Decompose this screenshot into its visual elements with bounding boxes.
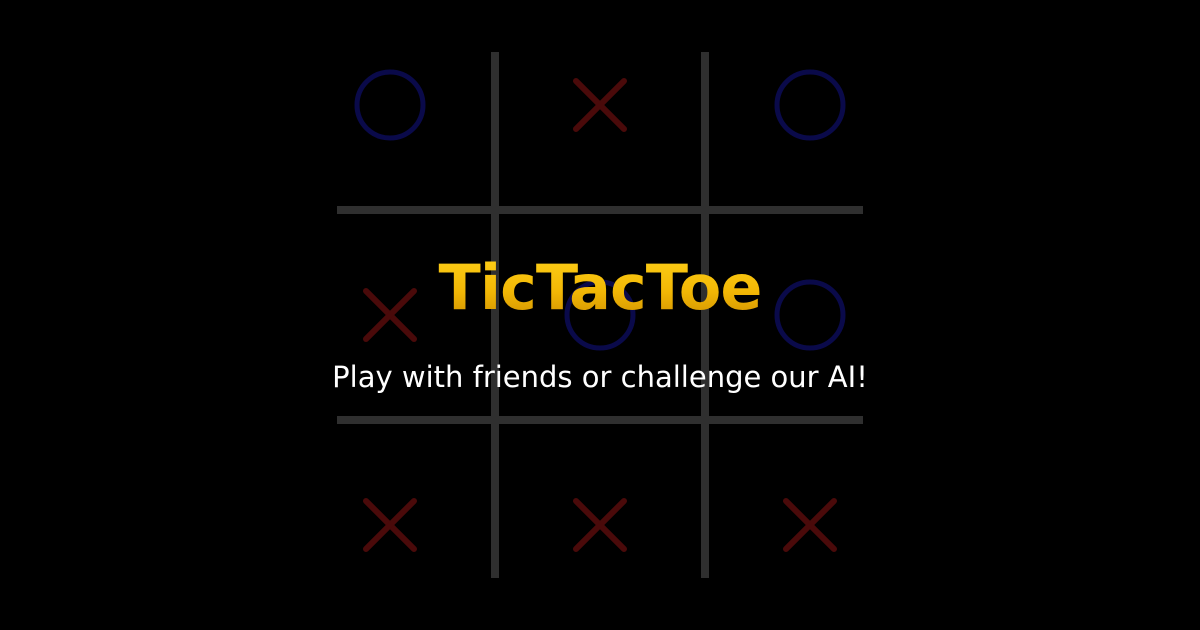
grid-line-vertical-1 bbox=[491, 52, 499, 578]
o-mark-icon[interactable] bbox=[774, 69, 846, 141]
x-mark-icon[interactable] bbox=[363, 288, 417, 342]
x-mark-icon[interactable] bbox=[783, 498, 837, 552]
game-board bbox=[337, 52, 863, 578]
o-mark-icon[interactable] bbox=[354, 69, 426, 141]
x-mark-icon[interactable] bbox=[363, 498, 417, 552]
o-mark-icon[interactable] bbox=[774, 279, 846, 351]
grid-line-horizontal-1 bbox=[337, 206, 863, 214]
board-marks bbox=[354, 69, 846, 552]
grid-line-horizontal-2 bbox=[337, 416, 863, 424]
grid-line-vertical-2 bbox=[701, 52, 709, 578]
o-mark-icon[interactable] bbox=[564, 279, 636, 351]
x-mark-icon[interactable] bbox=[573, 498, 627, 552]
share-card: TicTacToe Play with friends or challenge… bbox=[0, 0, 1200, 630]
x-mark-icon[interactable] bbox=[573, 78, 627, 132]
